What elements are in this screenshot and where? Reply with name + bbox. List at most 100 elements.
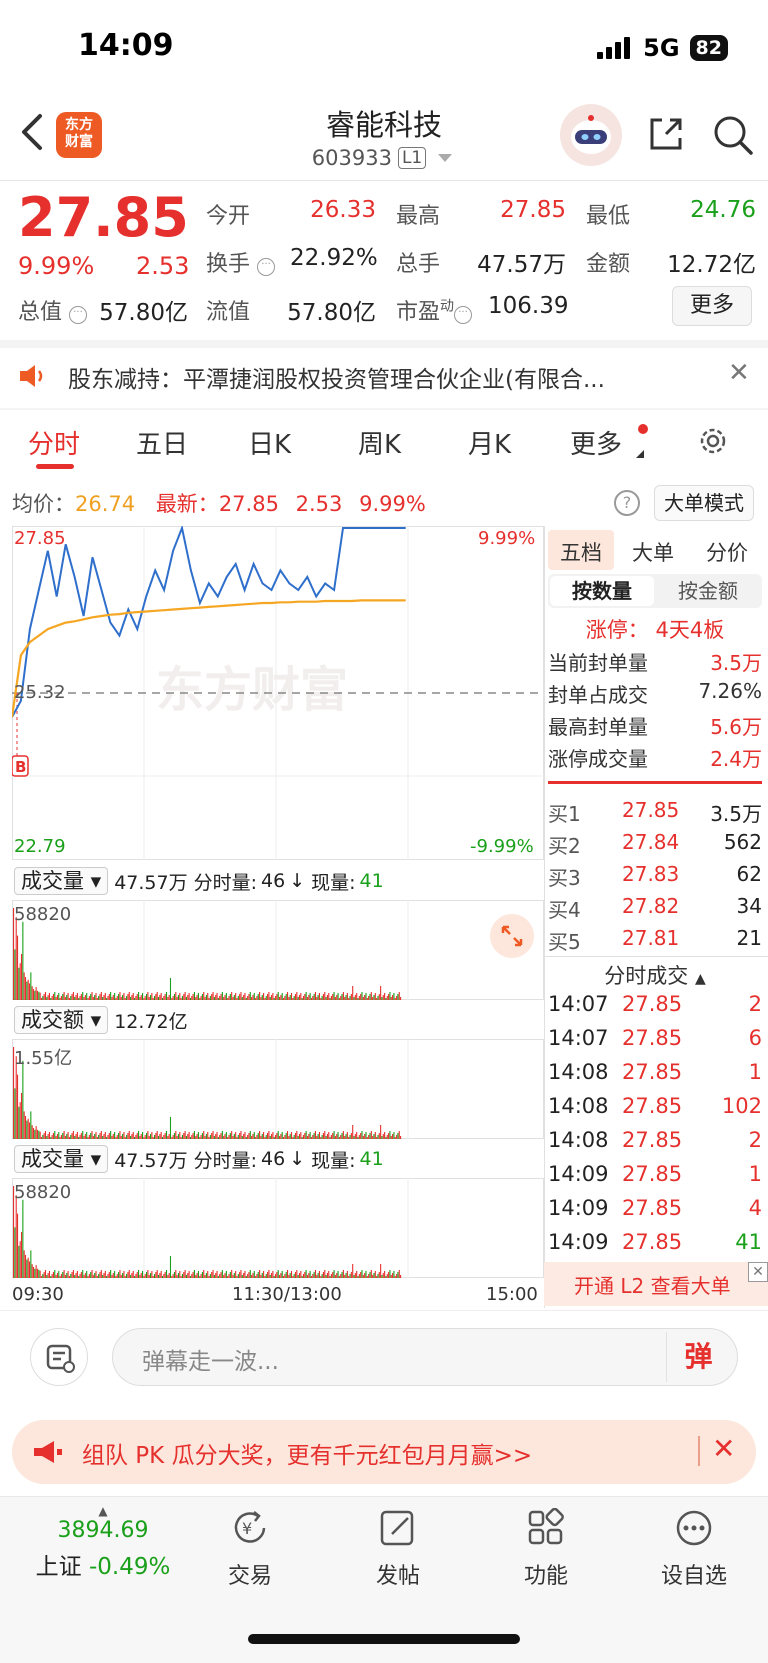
tab-wudang[interactable]: 五档 xyxy=(560,537,602,567)
subtab-by-amount[interactable]: 按金额 xyxy=(656,576,760,606)
subtab-by-qty[interactable]: 按数量 xyxy=(550,576,654,606)
close-icon[interactable]: ✕ xyxy=(712,1432,735,1465)
volume-bar xyxy=(160,993,162,1000)
info-dots-icon[interactable]: ··· xyxy=(454,306,473,324)
nav-trade[interactable]: ¥ 交易 xyxy=(190,1508,310,1590)
trade-time: 14:07 xyxy=(548,992,609,1016)
volume-bar xyxy=(393,1271,395,1278)
notice-text[interactable]: 股东减持：平潭捷润股权投资管理合伙企业(有限合... xyxy=(68,360,688,394)
more-button[interactable]: 更多 xyxy=(672,286,752,326)
danmaku-send-button[interactable]: 弹 xyxy=(666,1332,730,1382)
tab-weekly-k[interactable]: 周K xyxy=(358,424,401,461)
volume-bar xyxy=(58,1132,60,1139)
volume-bar xyxy=(225,1271,227,1278)
volume-selector-3[interactable]: 成交量 ▾ xyxy=(14,1145,109,1173)
volume-bar xyxy=(216,1271,218,1278)
danmaku-settings-icon[interactable] xyxy=(30,1328,88,1386)
nav-functions[interactable]: 功能 xyxy=(486,1507,606,1590)
volume-bar xyxy=(229,994,231,1000)
pe-sup: 动 xyxy=(440,298,455,315)
tab-big-orders[interactable]: 大单 xyxy=(632,537,674,567)
volume-bar xyxy=(382,1134,384,1139)
volume-bar xyxy=(360,994,362,1000)
volume-bar xyxy=(257,994,259,1000)
volume-bar xyxy=(229,1133,231,1139)
volume-bar xyxy=(91,992,93,1000)
volume-bar xyxy=(277,992,279,1000)
volume-bar xyxy=(99,1133,101,1139)
section-divider xyxy=(0,340,768,348)
assistant-robot-icon[interactable] xyxy=(560,104,622,166)
volume-bar xyxy=(267,1133,269,1139)
volume-bar xyxy=(332,994,334,1000)
help-icon[interactable]: ? xyxy=(614,490,640,516)
volume-bar xyxy=(151,1132,153,1139)
volume-bar xyxy=(349,1135,351,1139)
volume-bar xyxy=(138,1270,140,1278)
tab-five-day[interactable]: 五日 xyxy=(136,424,188,461)
price-chart[interactable]: 东方财富 B xyxy=(12,526,544,860)
volume-bar xyxy=(345,1134,347,1139)
volume-bar xyxy=(18,1106,20,1139)
volume-bar xyxy=(38,1269,40,1278)
volume-bar xyxy=(236,1137,238,1139)
volume-bar xyxy=(30,1250,32,1278)
tab-monthly-k[interactable]: 月K xyxy=(468,424,511,461)
volume-bar xyxy=(44,1270,47,1278)
volume-bar xyxy=(389,1270,391,1278)
amount-selector[interactable]: 成交额 ▾ xyxy=(14,1006,109,1034)
tab-price-dist[interactable]: 分价 xyxy=(706,537,748,567)
volume-bar xyxy=(138,992,140,1000)
volume-bar xyxy=(43,1133,45,1139)
info-dots-icon[interactable]: ··· xyxy=(69,306,88,324)
volume-bar xyxy=(104,1132,106,1139)
volume-bar xyxy=(96,1276,98,1278)
volume-bar xyxy=(92,997,94,1000)
bid-price: 27.84 xyxy=(622,830,680,854)
trade-row: 14:08 27.85 1 xyxy=(548,1060,762,1084)
volume-bar xyxy=(103,1134,105,1139)
nav-post[interactable]: 发帖 xyxy=(338,1508,458,1590)
close-icon[interactable]: ✕ xyxy=(728,358,750,388)
expand-icon[interactable] xyxy=(490,914,534,958)
volume-bar xyxy=(260,1136,262,1139)
volume-bar xyxy=(364,995,366,1000)
volume-bar xyxy=(64,1136,66,1139)
volume-bar xyxy=(239,1272,241,1278)
volume-chart-1 xyxy=(13,900,409,1000)
search-icon[interactable] xyxy=(712,114,754,156)
info-dots-icon[interactable]: ··· xyxy=(257,258,276,276)
volume-bar xyxy=(124,1276,126,1278)
volume-bar xyxy=(82,992,84,1000)
volume-bar xyxy=(28,1122,31,1139)
big-order-mode-button[interactable]: 大单模式 xyxy=(654,485,754,521)
volume-bar xyxy=(348,998,350,1000)
volume-bar xyxy=(48,1132,51,1139)
volume-bar xyxy=(116,1274,118,1278)
tab-more[interactable]: 更多 xyxy=(570,424,622,461)
volume-bar xyxy=(144,1274,146,1278)
tab-daily-k[interactable]: 日K xyxy=(248,424,291,461)
share-icon[interactable] xyxy=(646,114,686,154)
volume-bar xyxy=(36,1268,39,1278)
trades-title[interactable]: 分时成交 ▲ xyxy=(548,960,762,990)
nav-add-watchlist[interactable]: 设自选 xyxy=(634,1508,754,1590)
volume-bar xyxy=(378,1133,380,1139)
volume-bar xyxy=(292,1137,294,1139)
volume-bar xyxy=(200,996,202,1000)
close-icon[interactable]: ✕ xyxy=(748,1262,768,1282)
volume-bar xyxy=(372,997,374,1000)
gear-icon[interactable] xyxy=(696,424,730,458)
promo-text[interactable]: 组队 PK 瓜分大奖，更有千元红包月月赢>> xyxy=(82,1436,532,1470)
volume-bar xyxy=(308,1273,310,1278)
volume-bar xyxy=(111,997,113,1000)
tab-fenshi[interactable]: 分时 xyxy=(28,424,80,461)
volume-bar xyxy=(90,1133,92,1139)
volume-bar xyxy=(280,1134,282,1139)
volume-bar xyxy=(39,1270,41,1278)
index-ticker[interactable]: ▲ 3894.69 上证 -0.49% xyxy=(28,1504,178,1581)
volume-selector-1[interactable]: 成交量 ▾ xyxy=(14,867,109,895)
l2-banner-text[interactable]: 开通 L2 查看大单 xyxy=(574,1270,731,1299)
volume-bar xyxy=(296,1270,298,1278)
volume-bar xyxy=(83,997,85,1000)
